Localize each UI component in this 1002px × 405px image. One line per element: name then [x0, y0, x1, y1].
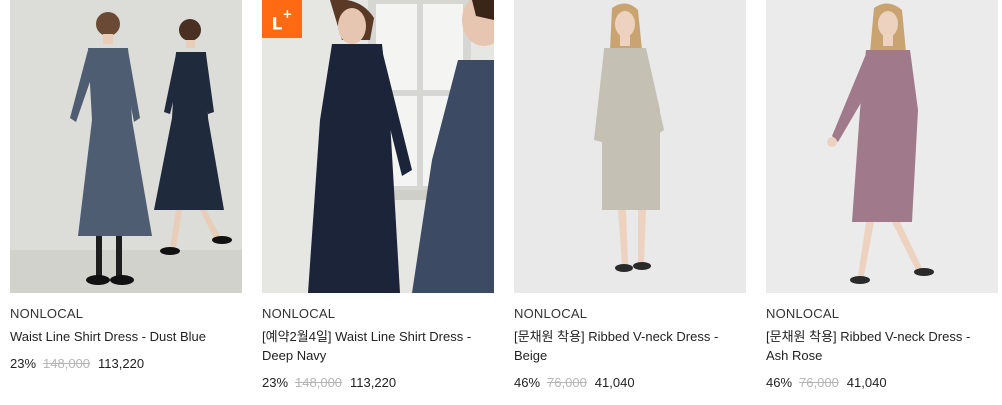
l-plus-badge: L+ [262, 0, 302, 38]
product-price: 23% 148,000 113,220 [262, 374, 494, 391]
product-card[interactable]: NONLOCAL [문채원 착용] Ribbed V-neck Dress - … [766, 0, 998, 391]
product-name[interactable]: [예약2월4일] Waist Line Shirt Dress - Deep N… [262, 327, 488, 365]
original-price: 148,000 [43, 356, 91, 371]
product-price: 46% 76,000 41,040 [766, 374, 998, 391]
discount-rate: 46% [766, 375, 793, 390]
original-price: 76,000 [547, 375, 587, 390]
original-price: 148,000 [295, 375, 343, 390]
product-image[interactable] [10, 0, 242, 293]
discount-rate: 23% [262, 375, 289, 390]
product-card[interactable]: NONLOCAL Waist Line Shirt Dress - Dust B… [10, 0, 242, 372]
discount-rate: 23% [10, 356, 37, 371]
product-image[interactable] [514, 0, 746, 293]
product-image[interactable] [766, 0, 998, 293]
product-card[interactable]: NONLOCAL [문채원 착용] Ribbed V-neck Dress - … [514, 0, 746, 391]
sale-price: 113,220 [350, 375, 397, 390]
product-brand: NONLOCAL [514, 306, 588, 321]
sale-price: 41,040 [594, 375, 635, 390]
product-image[interactable]: L+ [262, 0, 494, 293]
product-brand: NONLOCAL [262, 306, 336, 321]
sale-price: 113,220 [98, 356, 145, 371]
product-grid: NONLOCAL Waist Line Shirt Dress - Dust B… [0, 0, 1002, 405]
discount-rate: 46% [514, 375, 541, 390]
product-name[interactable]: [문채원 착용] Ribbed V-neck Dress - Ash Rose [766, 327, 992, 365]
original-price: 76,000 [799, 375, 839, 390]
product-price: 46% 76,000 41,040 [514, 374, 746, 391]
product-name[interactable]: [문채원 착용] Ribbed V-neck Dress - Beige [514, 327, 740, 365]
product-card[interactable]: L+ NONLOCAL [예약2월4일] Waist Line Shirt Dr… [262, 0, 494, 391]
sale-price: 41,040 [846, 375, 887, 390]
product-name[interactable]: Waist Line Shirt Dress - Dust Blue [10, 327, 236, 346]
product-brand: NONLOCAL [10, 306, 84, 321]
product-brand: NONLOCAL [766, 306, 840, 321]
product-price: 23% 148,000 113,220 [10, 355, 242, 372]
